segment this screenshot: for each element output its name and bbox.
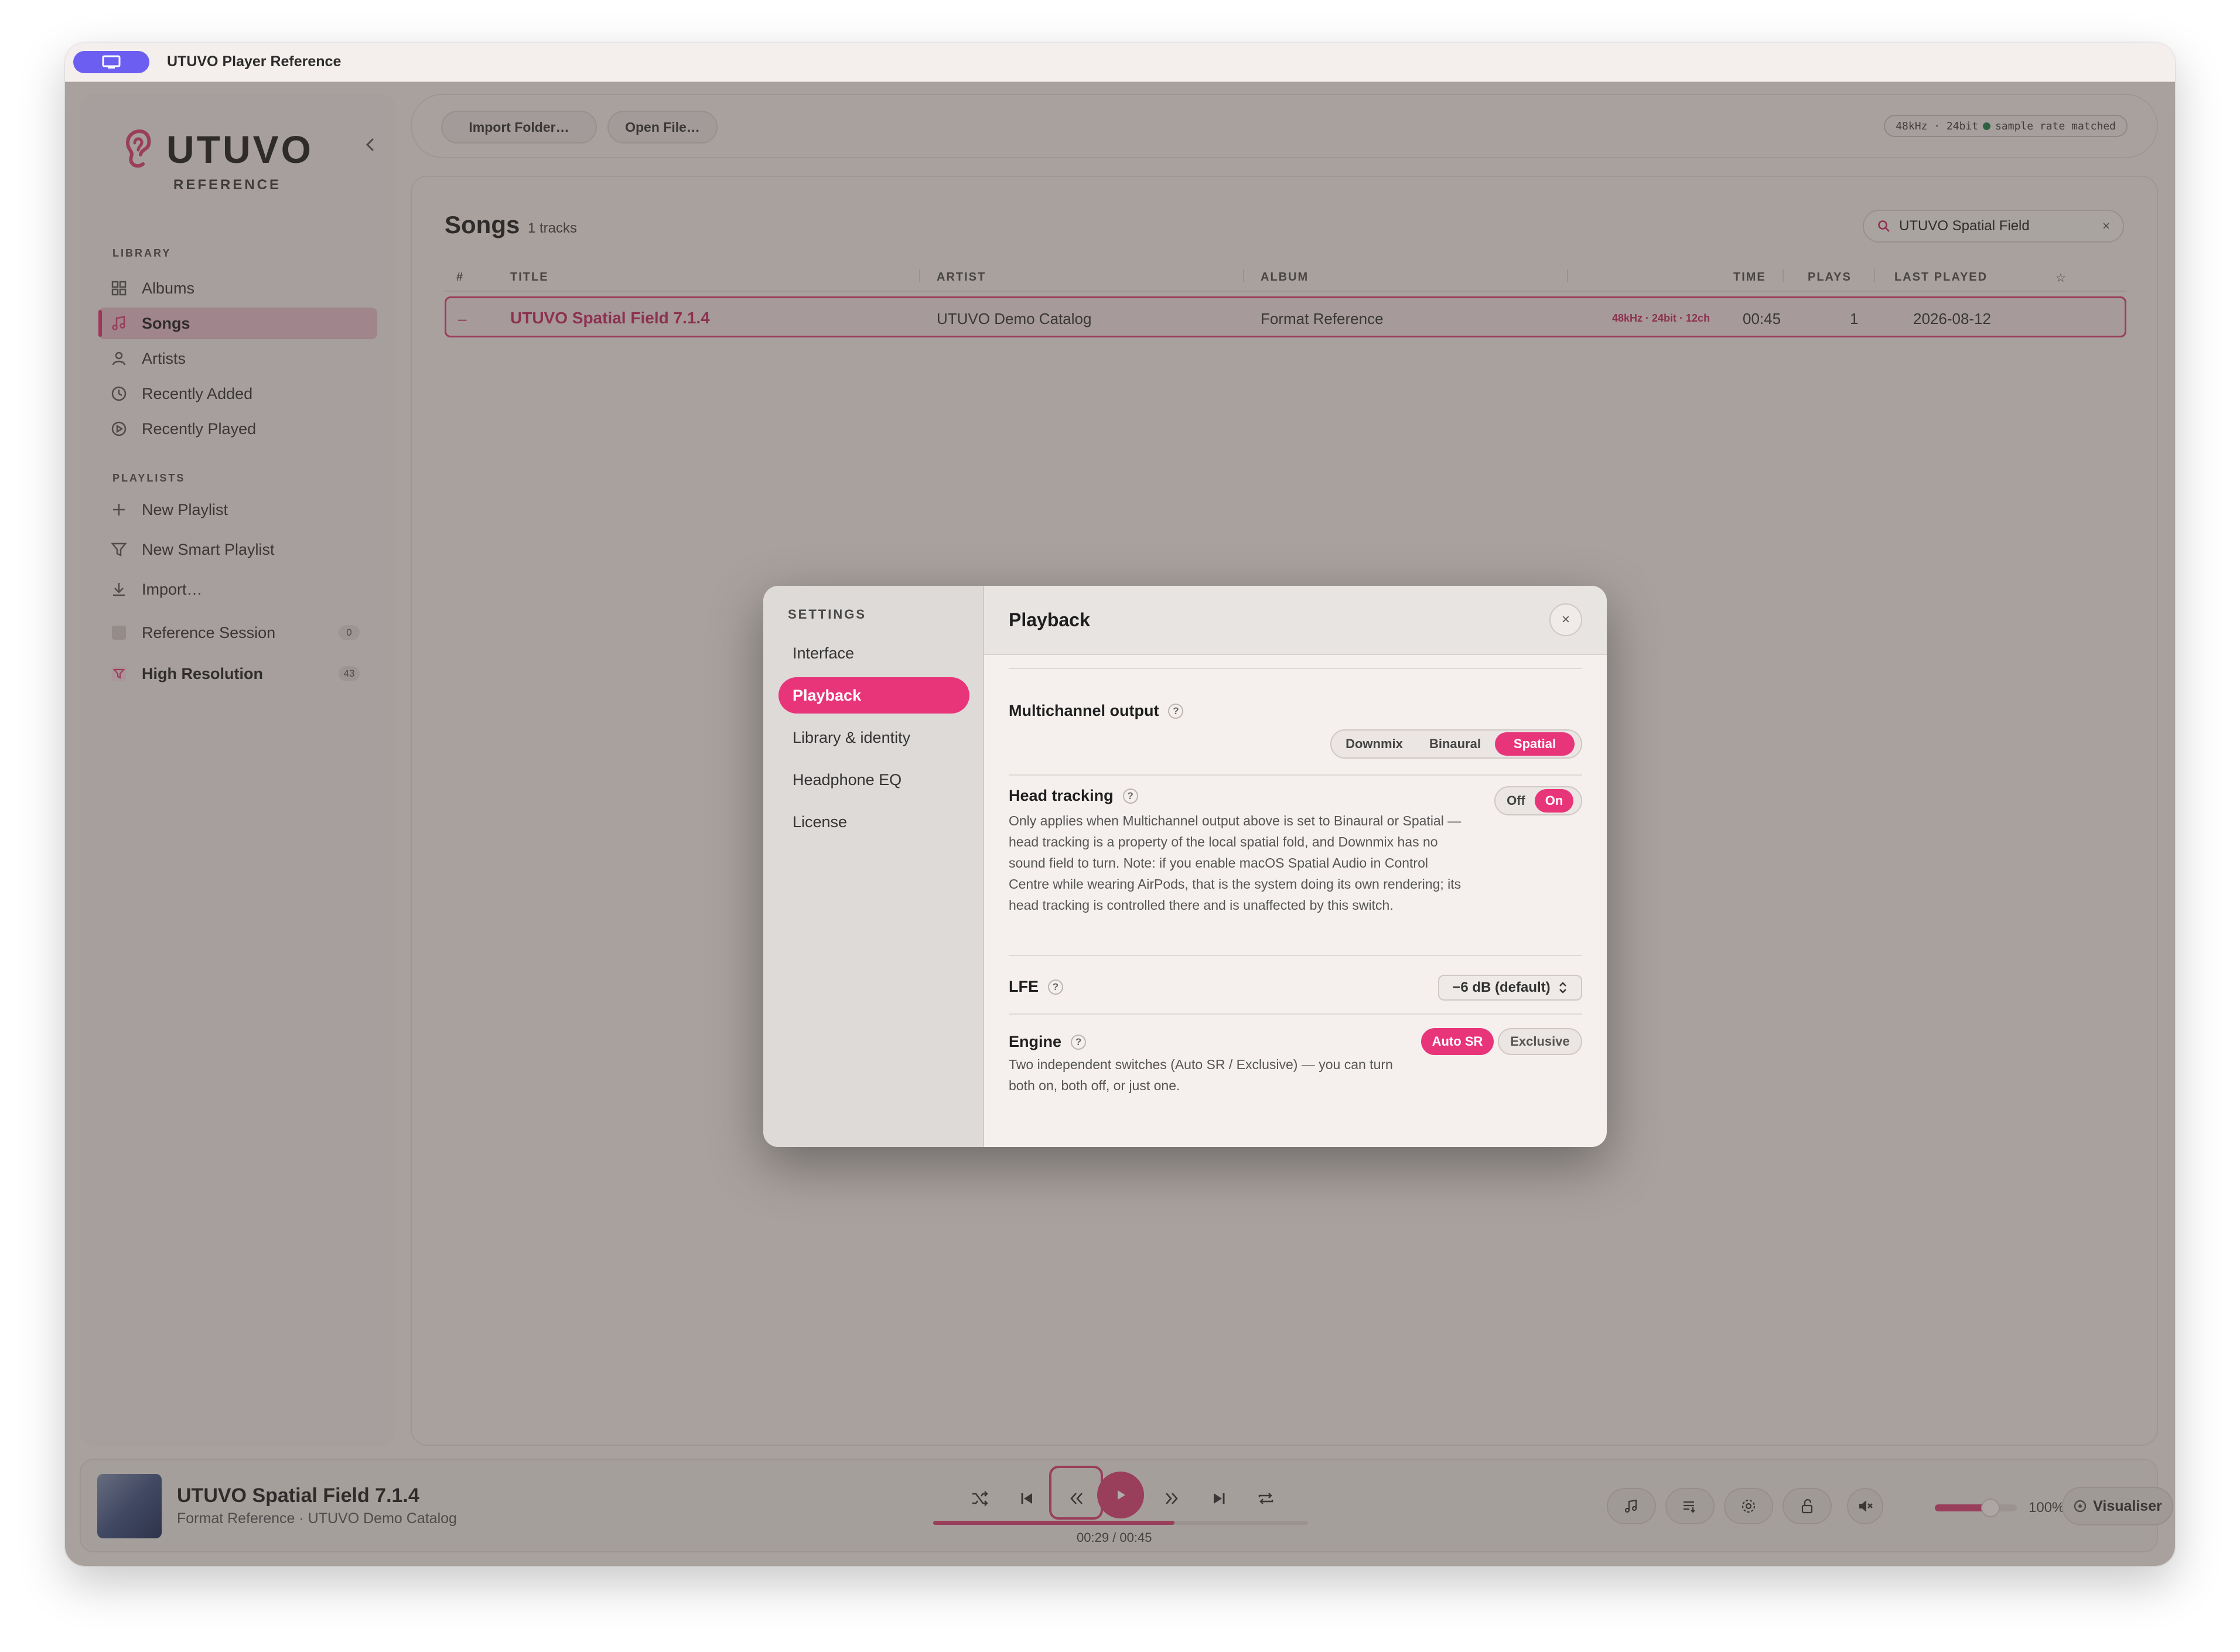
settings-header: Playback × xyxy=(984,586,1607,655)
settings-sidebar-label: SETTINGS xyxy=(788,607,867,622)
divider xyxy=(1009,1013,1582,1015)
settings-sidebar: SETTINGS Interface Playback Library & id… xyxy=(763,586,984,1147)
settings-body: Multichannel output ? Downmix Binaural S… xyxy=(984,655,1607,1147)
help-icon[interactable]: ? xyxy=(1168,703,1184,719)
close-dialog-button[interactable]: × xyxy=(1549,603,1582,636)
exclusive-toggle[interactable]: Exclusive xyxy=(1498,1028,1582,1055)
divider xyxy=(1009,668,1582,669)
settings-tab-library-identity[interactable]: Library & identity xyxy=(778,719,969,756)
lfe-value: −6 dB (default) xyxy=(1452,979,1551,995)
close-icon: × xyxy=(1561,612,1570,627)
multichannel-output-label: Multichannel output ? xyxy=(1009,702,1184,720)
multichannel-output-segmented: Downmix Binaural Spatial xyxy=(1330,729,1582,759)
divider xyxy=(1009,774,1582,776)
settings-tab-headphone-eq[interactable]: Headphone EQ xyxy=(778,762,969,798)
app-window: UTUVO Player Reference UTUVO REFERENCE L… xyxy=(65,43,2175,1566)
divider xyxy=(1009,955,1582,956)
head-tracking-label: Head tracking ? xyxy=(1009,787,1138,805)
setting-label-text: Head tracking xyxy=(1009,787,1114,804)
window-icon-pill[interactable] xyxy=(73,50,149,73)
help-icon[interactable]: ? xyxy=(1071,1034,1087,1050)
settings-title: Playback xyxy=(1009,609,1090,630)
setting-label-text: Engine xyxy=(1009,1033,1062,1050)
setting-label-text: Multichannel output xyxy=(1009,702,1159,719)
head-tracking-toggle: Off On xyxy=(1494,786,1582,815)
monitor-icon xyxy=(102,55,121,69)
window-title: UTUVO Player Reference xyxy=(167,53,342,70)
option-downmix[interactable]: Downmix xyxy=(1333,732,1415,756)
settings-tab-playback[interactable]: Playback xyxy=(778,677,969,714)
option-spatial[interactable]: Spatial xyxy=(1495,732,1575,756)
lfe-select[interactable]: −6 dB (default) xyxy=(1438,975,1582,1001)
title-bar: UTUVO Player Reference xyxy=(65,43,2175,82)
lfe-label: LFE ? xyxy=(1009,978,1063,996)
help-icon[interactable]: ? xyxy=(1048,979,1063,995)
auto-sr-toggle[interactable]: Auto SR xyxy=(1421,1028,1494,1055)
settings-tab-license[interactable]: License xyxy=(778,804,969,840)
setting-label-text: LFE xyxy=(1009,978,1039,995)
settings-dialog: SETTINGS Interface Playback Library & id… xyxy=(763,586,1607,1147)
toggle-off[interactable]: Off xyxy=(1497,789,1535,813)
option-binaural[interactable]: Binaural xyxy=(1415,732,1495,756)
chevron-up-down-icon xyxy=(1559,982,1566,994)
engine-description: Two independent switches (Auto SR / Excl… xyxy=(1009,1057,1393,1093)
engine-label: Engine ? xyxy=(1009,1033,1087,1051)
head-tracking-description: Only applies when Multichannel output ab… xyxy=(1009,813,1462,913)
toggle-on[interactable]: On xyxy=(1535,789,1573,813)
settings-tab-interface[interactable]: Interface xyxy=(778,635,969,671)
help-icon[interactable]: ? xyxy=(1122,788,1138,804)
